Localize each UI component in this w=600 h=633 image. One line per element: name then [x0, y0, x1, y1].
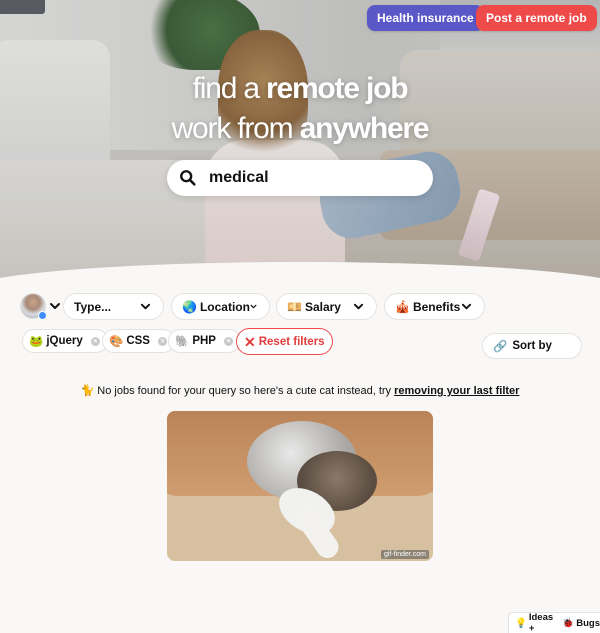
frog-icon: 🐸 — [29, 336, 44, 348]
empty-state-message: 🐈 No jobs found for your query so here's… — [0, 384, 600, 397]
remove-tag-icon[interactable]: × — [223, 336, 233, 346]
remove-last-filter-link[interactable]: removing your last filter — [394, 385, 519, 397]
search-input[interactable] — [209, 169, 409, 187]
filter-location-label: Location — [199, 299, 250, 314]
tag-label: PHP — [192, 335, 216, 347]
filter-benefits-dropdown[interactable]: 🎪 Benefits — [384, 293, 485, 320]
chevron-down-icon — [250, 304, 257, 309]
search-bar[interactable] — [167, 160, 433, 196]
chevron-down-icon — [461, 303, 472, 310]
reset-filters-button[interactable]: ✕ Reset filters — [236, 328, 333, 355]
ideas-bugs-feedback-button[interactable]: 💡 Ideas + 🐞 Bugs — [508, 612, 600, 633]
filter-location-dropdown[interactable]: 🌏 Location — [171, 293, 270, 320]
health-insurance-button[interactable]: Health insurance — [367, 5, 484, 31]
circus-tent-icon: 🎪 — [395, 299, 410, 314]
chevron-down-icon — [50, 303, 60, 309]
money-icon: 💴 — [287, 299, 302, 314]
hero-headline-thin: find a — [192, 72, 266, 105]
hero-headline-bold: remote job — [265, 72, 409, 105]
bug-icon: 🐞 — [562, 617, 575, 629]
avatar[interactable] — [20, 293, 47, 320]
close-icon: ✕ — [244, 333, 256, 350]
reset-filters-label: Reset filters — [258, 335, 325, 348]
filter-benefits-label: Benefits — [412, 299, 461, 314]
tag-jquery[interactable]: 🐸 jQuery × — [22, 329, 108, 353]
tag-php[interactable]: 🐘 PHP × — [168, 329, 241, 353]
hero-headline-line-2: work from anywhere — [0, 112, 600, 146]
hero-banner: Health insurance Post a remote job find … — [0, 0, 600, 290]
sort-by-label: Sort by — [512, 340, 552, 352]
feedback-ideas-label: Ideas + — [528, 612, 554, 633]
search-icon — [180, 170, 196, 186]
gif-watermark: gif-finder.com — [380, 550, 429, 559]
filter-salary-label: Salary — [304, 299, 341, 314]
lightbulb-icon: 💡 — [515, 617, 527, 629]
cute-cat-gif: gif-finder.com — [167, 411, 433, 561]
link-icon: 🔗 — [493, 341, 508, 353]
palette-icon: 🎨 — [109, 336, 124, 348]
chevron-down-icon — [140, 303, 151, 310]
elephant-icon: 🐘 — [175, 336, 190, 348]
verified-badge-icon — [38, 311, 47, 320]
remove-tag-icon[interactable]: × — [157, 336, 167, 346]
cat-icon: 🐈 — [80, 385, 95, 397]
feedback-bugs-label: Bugs — [576, 617, 600, 629]
tag-label: CSS — [126, 335, 150, 347]
tag-label: jQuery — [46, 335, 83, 347]
empty-state-text: No jobs found for your query so here's a… — [94, 385, 395, 397]
hero-subheadline-thin: work from — [171, 112, 300, 145]
hero-headline-line-1: find a remote job — [0, 72, 600, 106]
remove-tag-icon[interactable]: × — [90, 336, 100, 346]
sort-by-dropdown[interactable]: 🔗 Sort by — [482, 333, 582, 359]
post-remote-job-button[interactable]: Post a remote job — [476, 5, 597, 31]
filter-type-label: Type... — [74, 299, 112, 314]
filter-salary-dropdown[interactable]: 💴 Salary — [276, 293, 377, 320]
hero-subheadline-bold: anywhere — [299, 112, 430, 145]
chevron-down-icon — [353, 303, 364, 310]
user-menu[interactable] — [20, 293, 61, 320]
globe-icon: 🌏 — [182, 299, 197, 314]
filter-type-dropdown[interactable]: Type... — [63, 293, 164, 320]
page: Health insurance Post a remote job find … — [0, 0, 600, 633]
tag-css[interactable]: 🎨 CSS × — [102, 329, 175, 353]
